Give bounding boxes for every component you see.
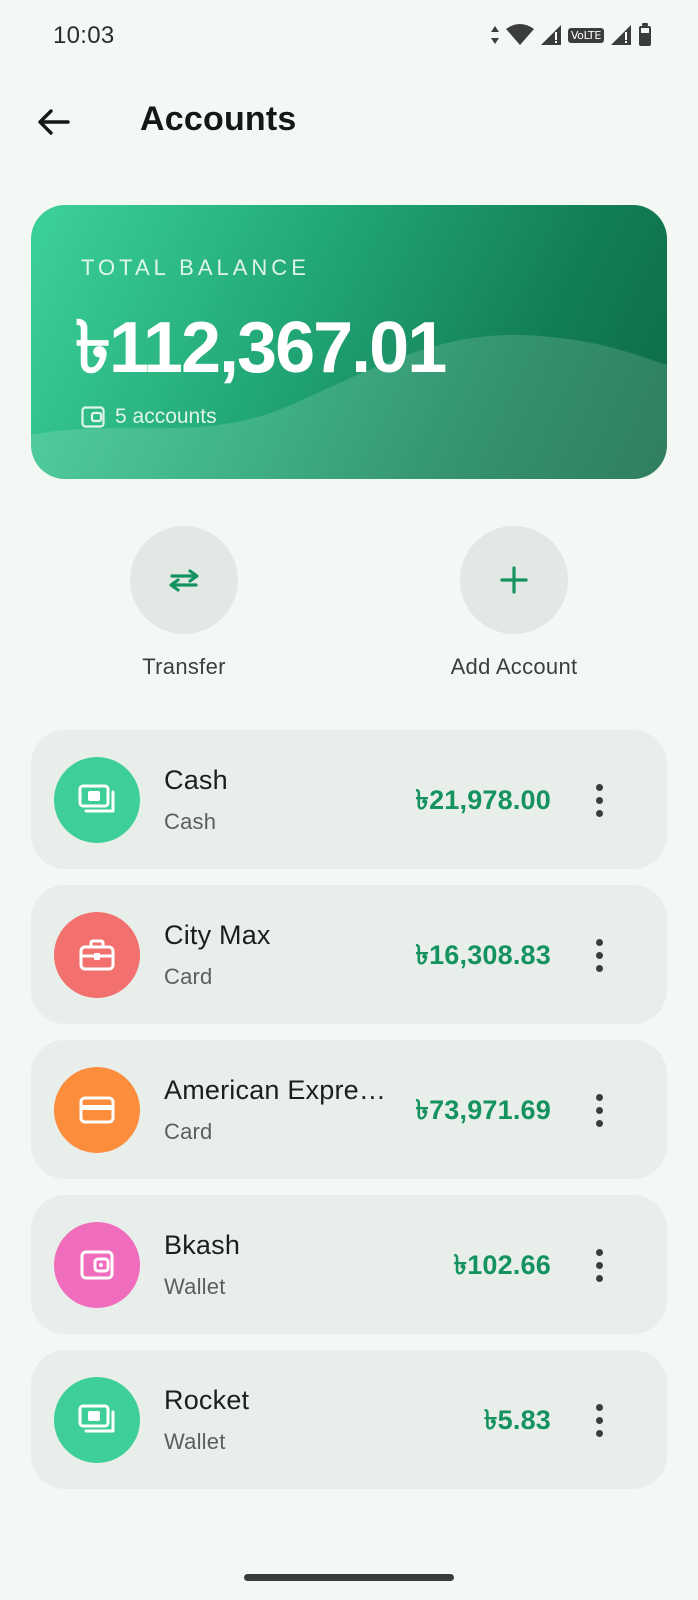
back-button[interactable] [30,98,78,146]
battery-icon [639,23,651,46]
more-vertical-icon[interactable] [585,933,613,977]
account-balance: ৳16,308.83 [415,940,551,970]
signal-icon [540,25,561,45]
more-vertical-icon[interactable] [585,1398,613,1442]
wifi-icon [505,24,534,45]
account-avatar [54,1222,140,1308]
account-card-american-express[interactable]: American Express Card ৳73,971.69 [31,1040,667,1179]
credit-card-icon [79,1096,115,1124]
money-icon [78,1404,115,1433]
data-arrows-icon [490,26,499,44]
add-account-label: Add Account [450,654,578,679]
account-type: Card [164,964,213,989]
account-name: Bkash [164,1230,241,1260]
account-balance: ৳73,971.69 [415,1095,551,1125]
more-vertical-icon[interactable] [585,778,613,822]
account-count-text: 5 accounts [115,405,217,428]
account-avatar [54,1067,140,1153]
wallet-icon [81,406,105,428]
total-balance-amount: ৳112,367.01 [75,308,447,388]
add-account-button[interactable]: Add Account [414,526,614,680]
plus-icon [500,566,528,594]
account-name: American Express [164,1075,386,1105]
account-count: 5 accounts [81,405,217,429]
page-title: Accounts [140,100,297,138]
total-balance-card: TOTAL BALANCE ৳112,367.01 5 accounts [31,205,667,479]
account-name: Rocket [164,1385,250,1415]
account-name: Cash [164,765,228,795]
volte-badge: VoLTE [567,27,604,43]
account-avatar [54,912,140,998]
account-name: City Max [164,920,271,950]
status-time: 10:03 [53,22,115,49]
signal-icon [611,25,631,45]
status-icons: VoLTE [490,22,652,48]
transfer-button[interactable]: Transfer [84,526,284,680]
account-card-rocket[interactable]: Rocket Wallet ৳5.83 [31,1350,667,1489]
status-bar: 10:03 VoLTE [0,0,698,72]
more-vertical-icon[interactable] [585,1088,613,1132]
swap-arrows-icon [169,569,199,592]
home-indicator[interactable] [244,1574,454,1581]
account-balance: ৳102.66 [453,1250,551,1280]
account-type: Card [164,1119,213,1144]
account-type: Wallet [164,1429,226,1454]
more-vertical-icon[interactable] [585,1243,613,1287]
arrow-left-icon [38,109,70,135]
money-icon [78,784,115,813]
account-card-bkash[interactable]: Bkash Wallet ৳102.66 [31,1195,667,1334]
total-balance-label: TOTAL BALANCE [81,255,310,280]
account-avatar [54,1377,140,1463]
add-account-circle[interactable] [460,526,568,634]
account-type: Cash [164,809,217,834]
account-balance: ৳5.83 [484,1405,551,1435]
briefcase-icon [79,939,115,971]
transfer-circle[interactable] [130,526,238,634]
account-card-city-max[interactable]: City Max Card ৳16,308.83 [31,885,667,1024]
account-balance: ৳21,978.00 [415,785,551,815]
wallet-icon [80,1250,114,1280]
account-avatar [54,757,140,843]
account-list: Cash Cash ৳21,978.00 City Max Card ৳16,3… [31,730,667,1489]
transfer-label: Transfer [142,654,226,679]
account-type: Wallet [164,1274,226,1299]
account-card-cash[interactable]: Cash Cash ৳21,978.00 [31,730,667,869]
